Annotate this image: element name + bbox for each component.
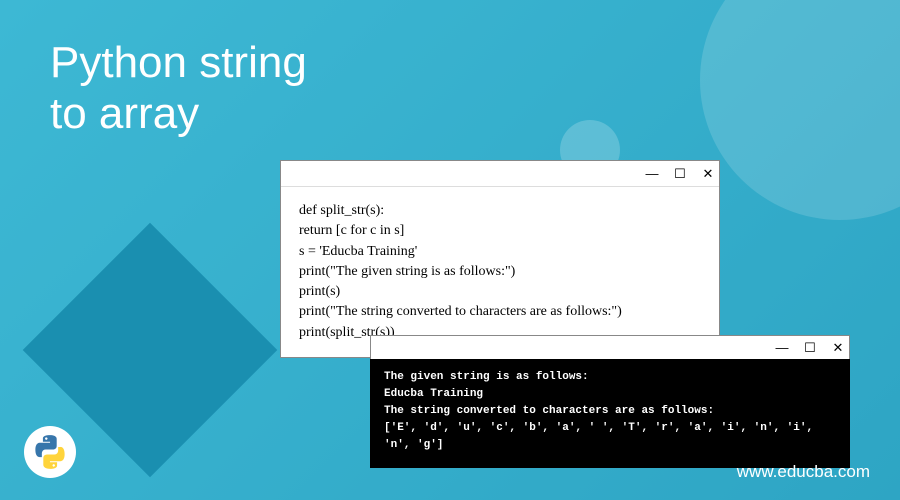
code-line: print("The string converted to character… [299, 302, 701, 322]
code-line: print(s) [299, 282, 701, 302]
python-logo-icon [24, 426, 76, 478]
code-line: s = 'Educba Training' [299, 242, 701, 262]
bg-circle-large [700, 0, 900, 220]
code-content: def split_str(s): return [c for c in s] … [281, 187, 719, 357]
output-window-titlebar: — ☐ ✕ [370, 335, 850, 359]
code-window: — ☐ ✕ def split_str(s): return [c for c … [280, 160, 720, 358]
output-window: — ☐ ✕ The given string is as follows: Ed… [370, 335, 850, 468]
output-line: ['E', 'd', 'u', 'c', 'b', 'a', ' ', 'T',… [384, 420, 836, 454]
title-line-1: Python string [50, 38, 307, 89]
output-line: The given string is as follows: [384, 369, 836, 386]
page-title: Python string to array [50, 38, 307, 139]
output-line: Educba Training [384, 386, 836, 403]
minimize-icon[interactable]: — [775, 341, 789, 355]
minimize-icon[interactable]: — [645, 167, 659, 181]
code-window-titlebar: — ☐ ✕ [281, 161, 719, 187]
code-line: def split_str(s): [299, 201, 701, 221]
code-line: return [c for c in s] [299, 221, 701, 241]
close-icon[interactable]: ✕ [831, 341, 845, 355]
close-icon[interactable]: ✕ [701, 167, 715, 181]
maximize-icon[interactable]: ☐ [803, 341, 817, 355]
code-line: print("The given string is as follows:") [299, 262, 701, 282]
output-content: The given string is as follows: Educba T… [370, 359, 850, 468]
maximize-icon[interactable]: ☐ [673, 167, 687, 181]
output-line: The string converted to characters are a… [384, 403, 836, 420]
website-url: www.educba.com [737, 462, 870, 482]
title-line-2: to array [50, 89, 307, 140]
